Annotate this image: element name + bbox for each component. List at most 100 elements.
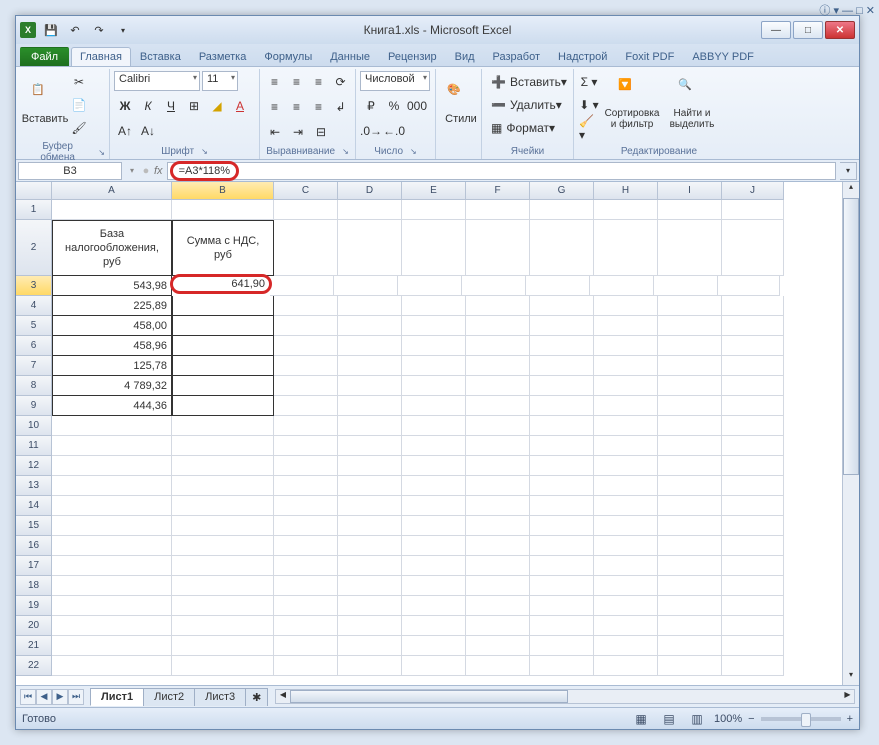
cell-B6[interactable] xyxy=(172,336,274,356)
cell-J12[interactable] xyxy=(722,456,784,476)
cell-A1[interactable] xyxy=(52,200,172,220)
cell-A19[interactable] xyxy=(52,596,172,616)
cell-C17[interactable] xyxy=(274,556,338,576)
row-header-8[interactable]: 8 xyxy=(16,376,52,396)
cell-G17[interactable] xyxy=(530,556,594,576)
cell-F2[interactable] xyxy=(466,220,530,276)
cell-A21[interactable] xyxy=(52,636,172,656)
row-header-3[interactable]: 3 xyxy=(16,276,52,296)
cell-A6[interactable]: 458,96 xyxy=(52,336,172,356)
align-top-button[interactable]: ≡ xyxy=(264,71,285,93)
col-header-F[interactable]: F xyxy=(466,182,530,200)
zoom-out-button[interactable]: − xyxy=(748,713,754,725)
cell-D8[interactable] xyxy=(338,376,402,396)
cell-H18[interactable] xyxy=(594,576,658,596)
cell-D17[interactable] xyxy=(338,556,402,576)
cell-D20[interactable] xyxy=(338,616,402,636)
cell-A2[interactable]: База налогообложения, руб xyxy=(52,220,172,276)
cell-H2[interactable] xyxy=(594,220,658,276)
col-header-G[interactable]: G xyxy=(530,182,594,200)
cell-D5[interactable] xyxy=(338,316,402,336)
row-header-7[interactable]: 7 xyxy=(16,356,52,376)
cell-E16[interactable] xyxy=(402,536,466,556)
cell-I7[interactable] xyxy=(658,356,722,376)
row-header-6[interactable]: 6 xyxy=(16,336,52,356)
tab-вид[interactable]: Вид xyxy=(446,47,484,66)
font-size-select[interactable]: 11 xyxy=(202,71,238,91)
align-bottom-button[interactable]: ≡ xyxy=(308,71,329,93)
cell-D21[interactable] xyxy=(338,636,402,656)
tab-file[interactable]: Файл xyxy=(20,47,69,66)
cell-C14[interactable] xyxy=(274,496,338,516)
cell-F7[interactable] xyxy=(466,356,530,376)
autosum-button[interactable]: Σ ▾ xyxy=(578,71,600,93)
cell-A20[interactable] xyxy=(52,616,172,636)
cell-G13[interactable] xyxy=(530,476,594,496)
decrease-decimal-button[interactable]: ←.0 xyxy=(383,120,405,142)
cell-G6[interactable] xyxy=(530,336,594,356)
cell-B12[interactable] xyxy=(172,456,274,476)
col-header-J[interactable]: J xyxy=(722,182,784,200)
row-header-2[interactable]: 2 xyxy=(16,220,52,276)
cell-C16[interactable] xyxy=(274,536,338,556)
sheet-tab-Лист2[interactable]: Лист2 xyxy=(143,688,195,706)
cell-E5[interactable] xyxy=(402,316,466,336)
formula-input[interactable]: =A3*118% xyxy=(167,162,836,180)
cell-J22[interactable] xyxy=(722,656,784,676)
cell-G2[interactable] xyxy=(530,220,594,276)
view-normal-icon[interactable]: ▦ xyxy=(630,708,652,730)
cell-H22[interactable] xyxy=(594,656,658,676)
cell-B11[interactable] xyxy=(172,436,274,456)
increase-decimal-button[interactable]: .0→ xyxy=(360,120,382,142)
cell-B7[interactable] xyxy=(172,356,274,376)
expand-formula-bar-icon[interactable]: ▾ xyxy=(840,162,857,180)
ribbon-help-icons[interactable]: ⓘ ▾ — □ ✕ xyxy=(819,2,875,18)
cell-B5[interactable] xyxy=(172,316,274,336)
cell-G1[interactable] xyxy=(530,200,594,220)
tab-формулы[interactable]: Формулы xyxy=(255,47,321,66)
col-header-A[interactable]: A xyxy=(52,182,172,200)
italic-button[interactable]: К xyxy=(137,95,159,117)
cell-H20[interactable] xyxy=(594,616,658,636)
cell-D12[interactable] xyxy=(338,456,402,476)
cell-D15[interactable] xyxy=(338,516,402,536)
row-header-19[interactable]: 19 xyxy=(16,596,52,616)
cell-H13[interactable] xyxy=(594,476,658,496)
cell-G21[interactable] xyxy=(530,636,594,656)
cell-C3[interactable] xyxy=(270,276,334,296)
cell-D4[interactable] xyxy=(338,296,402,316)
undo-icon[interactable]: ↶ xyxy=(64,19,86,41)
wrap-text-button[interactable]: ↲ xyxy=(330,96,351,118)
namebox-dropdown-icon[interactable]: ▾ xyxy=(126,166,138,175)
cell-E20[interactable] xyxy=(402,616,466,636)
cell-E21[interactable] xyxy=(402,636,466,656)
view-pagebreak-icon[interactable]: ▥ xyxy=(686,708,708,730)
cell-G14[interactable] xyxy=(530,496,594,516)
sheet-tab-Лист1[interactable]: Лист1 xyxy=(90,688,144,706)
new-sheet-button[interactable]: ✱ xyxy=(245,688,268,706)
col-header-B[interactable]: B xyxy=(172,182,274,200)
cell-F21[interactable] xyxy=(466,636,530,656)
paste-button[interactable]: 📋 Вставить xyxy=(24,71,66,137)
cell-D3[interactable] xyxy=(334,276,398,296)
cell-B13[interactable] xyxy=(172,476,274,496)
cell-A8[interactable]: 4 789,32 xyxy=(52,376,172,396)
view-layout-icon[interactable]: ▤ xyxy=(658,708,680,730)
col-header-D[interactable]: D xyxy=(338,182,402,200)
cell-J6[interactable] xyxy=(722,336,784,356)
cell-A7[interactable]: 125,78 xyxy=(52,356,172,376)
cell-G11[interactable] xyxy=(530,436,594,456)
cell-H17[interactable] xyxy=(594,556,658,576)
cell-D11[interactable] xyxy=(338,436,402,456)
cell-G12[interactable] xyxy=(530,456,594,476)
col-header-H[interactable]: H xyxy=(594,182,658,200)
tab-рецензир[interactable]: Рецензир xyxy=(379,47,446,66)
dialog-launcher-icon[interactable]: ↘ xyxy=(98,148,105,157)
cell-E14[interactable] xyxy=(402,496,466,516)
cell-A9[interactable]: 444,36 xyxy=(52,396,172,416)
vscroll-thumb[interactable] xyxy=(843,198,859,475)
cell-C1[interactable] xyxy=(274,200,338,220)
decrease-indent-button[interactable]: ⇤ xyxy=(264,121,286,143)
cell-E7[interactable] xyxy=(402,356,466,376)
find-select-button[interactable]: 🔍 Найти и выделить xyxy=(664,71,720,137)
